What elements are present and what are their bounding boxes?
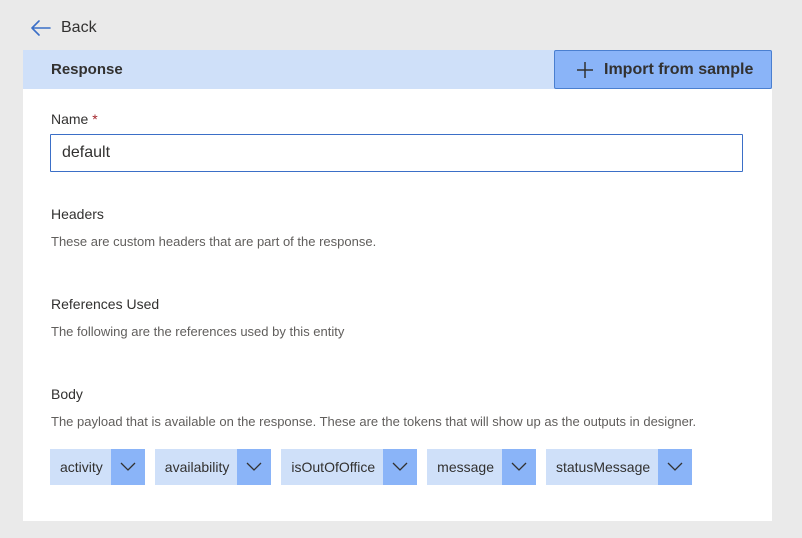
token-dropdown[interactable]: [110, 449, 145, 485]
back-arrow-icon: [31, 20, 51, 36]
token-dropdown[interactable]: [383, 449, 418, 485]
response-card: Response Import from sample Name * Heade…: [23, 50, 772, 521]
response-header: Response Import from sample: [23, 50, 772, 89]
name-input[interactable]: [50, 134, 743, 172]
name-label-text: Name: [51, 111, 89, 127]
back-label: Back: [61, 19, 97, 36]
back-button[interactable]: Back: [31, 16, 97, 40]
references-description: The following are the references used by…: [51, 324, 345, 339]
body-description: The payload that is available on the res…: [51, 414, 697, 429]
import-from-sample-button[interactable]: Import from sample: [554, 50, 772, 89]
chevron-down-icon: [120, 462, 136, 471]
token-label: availability: [164, 459, 230, 475]
chevron-down-icon: [246, 462, 262, 471]
chevron-down-icon: [511, 462, 527, 471]
token-label: statusMessage: [555, 459, 651, 475]
response-title: Response: [51, 61, 123, 78]
token-activity[interactable]: activity: [50, 449, 145, 485]
token-label: isOutOfOffice: [291, 459, 376, 475]
token-label: message: [437, 459, 494, 475]
references-label: References Used: [51, 296, 160, 312]
token-dropdown[interactable]: [237, 449, 272, 485]
headers-label: Headers: [51, 206, 104, 222]
body-tokens: activity availability isOutOfOffice mess…: [50, 449, 702, 485]
required-mark: *: [92, 111, 98, 127]
token-isoutofoffice[interactable]: isOutOfOffice: [281, 449, 418, 485]
body-label: Body: [51, 386, 83, 402]
token-message[interactable]: message: [427, 449, 536, 485]
chevron-down-icon: [667, 462, 683, 471]
name-label: Name *: [51, 111, 98, 127]
headers-description: These are custom headers that are part o…: [51, 234, 377, 249]
chevron-down-icon: [392, 462, 408, 471]
token-dropdown[interactable]: [658, 449, 693, 485]
import-from-sample-label: Import from sample: [604, 60, 754, 78]
token-dropdown[interactable]: [501, 449, 536, 485]
token-availability[interactable]: availability: [154, 449, 272, 485]
token-statusmessage[interactable]: statusMessage: [545, 449, 693, 485]
plus-icon: [577, 61, 593, 78]
token-label: activity: [60, 459, 103, 475]
